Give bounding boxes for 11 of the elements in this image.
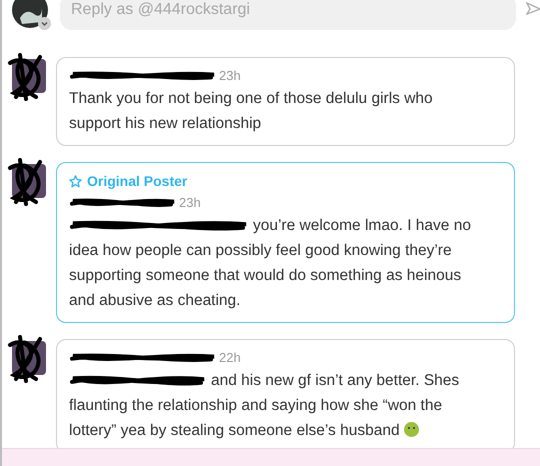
avatar[interactable] — [12, 0, 48, 28]
reply-field[interactable]: Reply as @444rockstargi — [60, 0, 516, 30]
reply-text: and his new gf isn’t any better. Shes flaunting the relationship and saying how she “won the lottery” yea by stealing someone else’s husband — [69, 371, 460, 441]
timestamp: 22h — [219, 349, 241, 368]
original-poster-label: Original Poster — [87, 172, 188, 191]
timestamp: 23h — [179, 194, 201, 212]
chevron-icon[interactable] — [38, 17, 51, 30]
reply-text: you’re welcome lmao. I have no idea how people can possibly feel good knowing they’re supporting someone that would do something as heinous and abusive as cheating. — [69, 216, 472, 311]
reply-text: Thank you for not being one of those delulu girls who support his new relationship — [69, 89, 434, 134]
timestamp: 23h — [219, 67, 241, 86]
star-icon — [69, 175, 82, 188]
